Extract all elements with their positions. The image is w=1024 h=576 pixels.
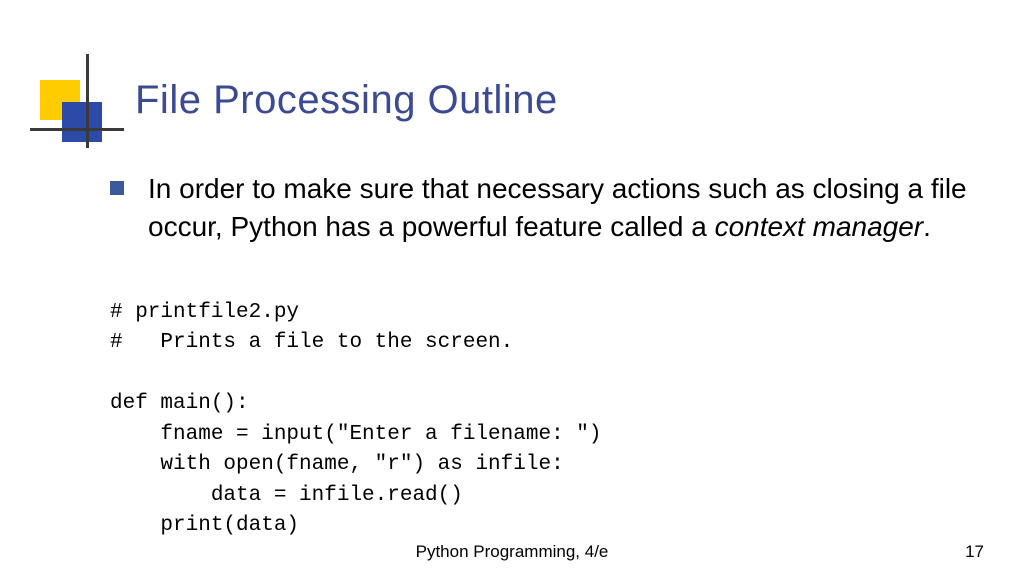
deco-vertical-line (86, 54, 89, 148)
bullet-text-em: context manager (715, 211, 924, 242)
bullet-item: In order to make sure that necessary act… (110, 170, 984, 246)
title-decoration (40, 80, 102, 142)
footer-center: Python Programming, 4/e (0, 542, 1024, 562)
bullet-marker-icon (110, 181, 124, 195)
bullet-text-post: . (923, 211, 931, 242)
footer-page-number: 17 (965, 542, 984, 562)
code-block: # printfile2.py # Prints a file to the s… (110, 298, 601, 542)
slide-body: In order to make sure that necessary act… (110, 170, 984, 246)
slide: File Processing Outline In order to make… (0, 0, 1024, 576)
deco-square-blue (62, 102, 102, 142)
bullet-text: In order to make sure that necessary act… (148, 170, 984, 246)
slide-title: File Processing Outline (135, 78, 558, 123)
deco-horizontal-line (30, 128, 124, 131)
